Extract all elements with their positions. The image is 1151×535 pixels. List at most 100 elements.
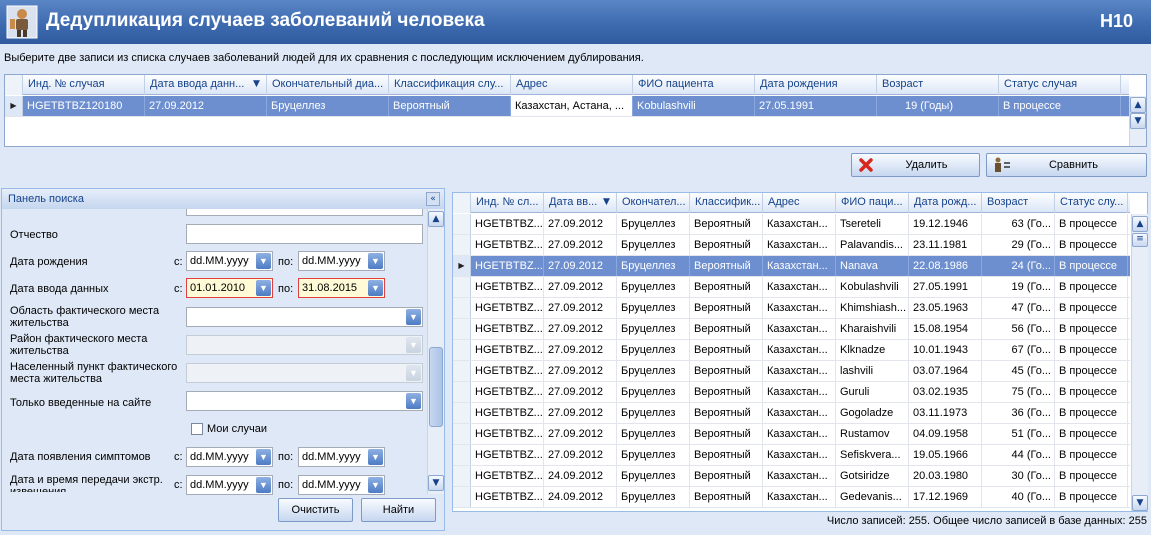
table-cell[interactable]: В процессе [1055, 340, 1128, 360]
table-cell[interactable]: Казахстан, Астана, ... [511, 96, 633, 116]
table-row[interactable]: ▶ HGETBTBZ120180 27.09.2012 Бруцеллез Вероя… [5, 96, 1129, 117]
table-cell[interactable]: Вероятный [690, 466, 763, 486]
table-cell[interactable]: Казахстан... [763, 403, 836, 423]
column-header[interactable]: Возраст [982, 193, 1055, 213]
entry-date-to[interactable]: 31.08.2015 ▼ [298, 278, 385, 298]
table-cell[interactable]: 27.09.2012 [544, 277, 617, 297]
table-cell[interactable]: В процессе [1055, 214, 1128, 234]
table-cell[interactable]: 36 (Го... [982, 403, 1055, 423]
table-cell[interactable]: Sefiskvera... [836, 445, 909, 465]
delete-button[interactable]: Удалить [851, 153, 980, 177]
table-row[interactable]: HGETBTBZ... 27.09.2012 Бруцеллез Вероятный К… [453, 214, 1130, 235]
chevron-down-icon[interactable]: ▼ [368, 449, 383, 465]
table-row[interactable]: HGETBTBZ... 24.09.2012 Бруцеллез Вероятный К… [453, 466, 1130, 487]
column-header[interactable]: ФИО пациента [633, 75, 755, 95]
table-row[interactable]: HGETBTBZ... 27.09.2012 Бруцеллез Вероятный К… [453, 298, 1130, 319]
table-cell[interactable]: HGETBTBZ... [471, 298, 544, 318]
table-row[interactable]: ▶ HGETBTBZ... 27.09.2012 Бруцеллез Вероятный… [453, 256, 1130, 277]
table-row[interactable]: HGETBTBZ... 27.09.2012 Бруцеллез Вероятный К… [453, 382, 1130, 403]
table-cell[interactable]: HGETBTBZ... [471, 277, 544, 297]
table-cell[interactable]: Бруцеллез [617, 235, 690, 255]
table-cell[interactable]: Бруцеллез [617, 256, 690, 276]
table-cell[interactable]: 19 (Го... [982, 277, 1055, 297]
column-header[interactable]: Инд. № случая [23, 75, 145, 95]
table-cell[interactable]: В процессе [1055, 382, 1128, 402]
table-cell[interactable]: 44 (Го... [982, 445, 1055, 465]
column-header[interactable]: Окончательный диа... [267, 75, 389, 95]
table-cell[interactable]: 03.02.1935 [909, 382, 982, 402]
table-cell[interactable]: Бруцеллез [617, 487, 690, 507]
table-cell[interactable]: Gogoladze [836, 403, 909, 423]
table-cell[interactable]: Казахстан... [763, 361, 836, 381]
table-cell[interactable]: 19 (Годы) [877, 96, 999, 116]
table-cell[interactable]: Tsereteli [836, 214, 909, 234]
table-row[interactable]: HGETBTBZ... 27.09.2012 Бруцеллез Вероятный К… [453, 319, 1130, 340]
table-cell[interactable]: 24.09.2012 [544, 487, 617, 507]
table-cell[interactable]: В процессе [1055, 403, 1128, 423]
table-cell[interactable]: Rustamov [836, 424, 909, 444]
find-button[interactable]: Найти [361, 498, 436, 522]
table-cell[interactable]: Казахстан... [763, 487, 836, 507]
table-cell[interactable]: Kobulashvili [633, 96, 755, 116]
table-cell[interactable]: В процессе [1055, 445, 1128, 465]
table-cell[interactable]: 67 (Го... [982, 340, 1055, 360]
table-cell[interactable]: 45 (Го... [982, 361, 1055, 381]
table-cell[interactable]: HGETBTBZ... [471, 214, 544, 234]
table-row[interactable]: HGETBTBZ... 24.09.2012 Бруцеллез Вероятный К… [453, 487, 1130, 508]
region-select[interactable]: ▼ [186, 307, 423, 327]
chevron-down-icon[interactable]: ▼ [256, 280, 271, 296]
table-cell[interactable]: HGETBTBZ... [471, 382, 544, 402]
table-cell[interactable]: Вероятный [690, 235, 763, 255]
patronymic-input[interactable] [186, 224, 423, 244]
table-cell[interactable]: 04.09.1958 [909, 424, 982, 444]
entry-date-from[interactable]: 01.01.2010 ▼ [186, 278, 273, 298]
column-header[interactable]: Статус случая [999, 75, 1121, 95]
table-cell[interactable]: Khimshiash... [836, 298, 909, 318]
column-header[interactable]: Инд. № сл... [471, 193, 544, 213]
table-cell[interactable]: 10.01.1943 [909, 340, 982, 360]
table-row[interactable]: HGETBTBZ... 27.09.2012 Бруцеллез Вероятный К… [453, 403, 1130, 424]
table-cell[interactable]: 27.05.1991 [909, 277, 982, 297]
table-cell[interactable]: HGETBTBZ... [471, 256, 544, 276]
compare-button[interactable]: Сравнить [986, 153, 1147, 177]
table-cell[interactable]: Kharaishvili [836, 319, 909, 339]
table-cell[interactable]: Бруцеллез [617, 319, 690, 339]
table-cell[interactable]: В процессе [1055, 277, 1128, 297]
table-cell[interactable]: 24.09.2012 [544, 466, 617, 486]
column-header[interactable]: Дата рожд... [909, 193, 982, 213]
table-cell[interactable]: 27.09.2012 [544, 382, 617, 402]
table-cell[interactable]: Казахстан... [763, 298, 836, 318]
table-cell[interactable]: 19.12.1946 [909, 214, 982, 234]
table-cell[interactable]: Вероятный [690, 424, 763, 444]
table-cell[interactable]: 56 (Го... [982, 319, 1055, 339]
table-row[interactable]: HGETBTBZ... 27.09.2012 Бруцеллез Вероятный К… [453, 424, 1130, 445]
table-row[interactable]: HGETBTBZ... 27.09.2012 Бруцеллез Вероятный К… [453, 340, 1130, 361]
table-cell[interactable]: В процессе [1055, 487, 1128, 507]
table-cell[interactable]: Guruli [836, 382, 909, 402]
table-cell[interactable]: lashvili [836, 361, 909, 381]
column-header[interactable]: Адрес [511, 75, 633, 95]
table-cell[interactable]: Klknadze [836, 340, 909, 360]
table-row[interactable]: HGETBTBZ... 27.09.2012 Бруцеллез Вероятный К… [453, 277, 1130, 298]
birth-date-to[interactable]: dd.MM.yyyy ▼ [298, 251, 385, 271]
table-cell[interactable]: Вероятный [690, 361, 763, 381]
table-cell[interactable]: Бруцеллез [617, 445, 690, 465]
table-cell[interactable]: Бруцеллез [617, 403, 690, 423]
table-cell[interactable]: Казахстан... [763, 382, 836, 402]
table-cell[interactable]: 63 (Го... [982, 214, 1055, 234]
table-cell[interactable]: Бруцеллез [617, 277, 690, 297]
column-header[interactable]: Окончател... [617, 193, 690, 213]
table-cell[interactable]: Palavandis... [836, 235, 909, 255]
scroll-down-icon[interactable]: ▼ [1132, 495, 1148, 511]
table-cell[interactable]: Казахстан... [763, 424, 836, 444]
table-cell[interactable]: 27.09.2012 [544, 256, 617, 276]
clear-button[interactable]: Очистить [278, 498, 353, 522]
table-cell[interactable]: 03.11.1973 [909, 403, 982, 423]
column-header[interactable]: Дата рождения [755, 75, 877, 95]
table-cell[interactable]: Вероятный [690, 340, 763, 360]
table-cell[interactable]: Бруцеллез [267, 96, 389, 116]
my-cases-checkbox[interactable] [191, 423, 203, 435]
table-cell[interactable]: 27.09.2012 [544, 424, 617, 444]
table-cell[interactable]: HGETBTBZ120180 [23, 96, 145, 116]
table-cell[interactable]: Бруцеллез [617, 382, 690, 402]
